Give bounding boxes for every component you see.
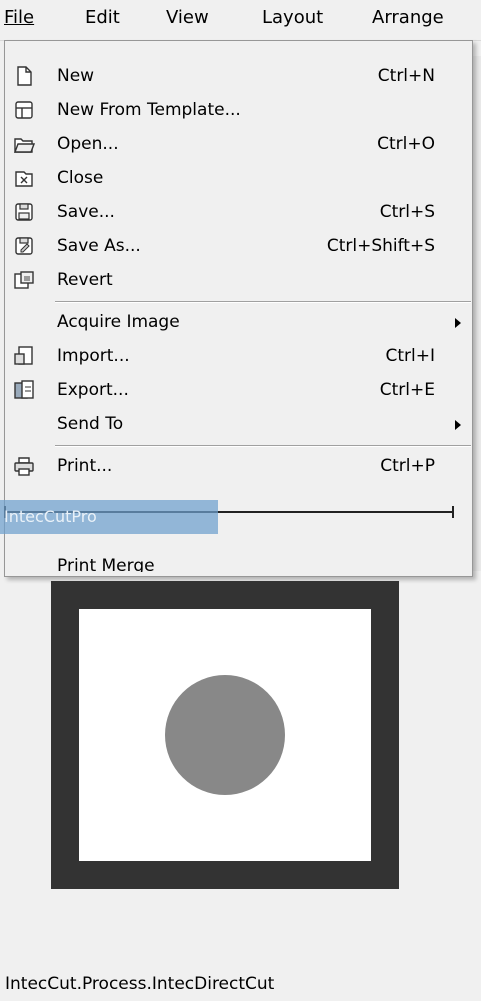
- menu-item-print[interactable]: Print... Ctrl+P: [5, 449, 445, 483]
- menu-item-close[interactable]: Close: [5, 161, 445, 195]
- menu-item-new[interactable]: New Ctrl+N: [5, 59, 445, 93]
- menu-item-save[interactable]: Save... Ctrl+S: [5, 195, 445, 229]
- menu-item-label: Acquire Image: [57, 312, 180, 332]
- menu-item-open[interactable]: Open... Ctrl+O: [5, 127, 445, 161]
- menu-arrange-label: Arrange: [372, 7, 444, 28]
- menu-file-label: File: [4, 7, 35, 28]
- menu-item-save-as[interactable]: Save As... Ctrl+Shift+S: [5, 229, 445, 263]
- save-icon: [15, 203, 33, 221]
- menu-item-import[interactable]: Import... Ctrl+I: [5, 339, 445, 373]
- menu-item-label: Close: [57, 168, 104, 188]
- menu-item-label: Save As...: [57, 236, 141, 256]
- menu-item-shortcut: Ctrl+S: [379, 202, 435, 222]
- save-as-icon: [15, 237, 33, 255]
- export-icon: [14, 380, 34, 399]
- menu-item-label: Import...: [57, 346, 130, 366]
- menu-item-shortcut: Ctrl+O: [377, 134, 435, 154]
- menu-separator: [55, 301, 471, 303]
- submenu-arrow-icon: [455, 318, 461, 328]
- menu-layout[interactable]: Layout: [258, 6, 327, 30]
- menu-item-label: Send To: [57, 414, 124, 434]
- menu-bar: File Edit View Layout Arrange: [0, 0, 481, 41]
- menu-item-shortcut: Ctrl+I: [385, 346, 435, 366]
- menu-edit-label: Edit: [85, 7, 120, 28]
- menu-item-send-to[interactable]: Send To: [5, 407, 465, 441]
- template-icon: [15, 101, 33, 119]
- menu-item-shortcut: Ctrl+E: [379, 380, 435, 400]
- menu-item-label: New From Template...: [57, 100, 241, 120]
- close-document-icon: [15, 171, 33, 187]
- menu-item-export[interactable]: Export... Ctrl+E: [5, 373, 445, 407]
- menu-item-label: Print Merge: [57, 556, 155, 572]
- printer-icon: [14, 457, 34, 476]
- menu-item-label: Print...: [57, 456, 113, 476]
- menu-item-label: Export...: [57, 380, 129, 400]
- drag-ghost: IntecCutPro: [0, 500, 218, 534]
- menu-item-shortcut: Ctrl+N: [377, 66, 435, 86]
- menu-layout-label: Layout: [262, 7, 324, 28]
- menu-view-label: View: [166, 7, 209, 28]
- menu-view[interactable]: View: [162, 6, 213, 30]
- new-document-icon: [17, 66, 32, 86]
- menu-item-label: New: [57, 66, 95, 86]
- plugin-icon: [51, 581, 399, 889]
- menu-item-label: Save...: [57, 202, 115, 222]
- import-icon: [14, 346, 33, 365]
- open-folder-icon: [13, 138, 35, 153]
- menu-separator: [55, 445, 471, 447]
- menu-item-acquire-image[interactable]: Acquire Image: [5, 305, 465, 339]
- file-menu-dropdown: New Ctrl+N New From Template... Open... …: [4, 40, 473, 994]
- drag-ghost-label: IntecCutPro: [4, 507, 97, 526]
- menu-edit[interactable]: Edit: [81, 6, 124, 30]
- menu-item-new-from-template[interactable]: New From Template...: [5, 93, 445, 127]
- menu-item-label: Open...: [57, 134, 119, 154]
- revert-icon: [14, 271, 34, 289]
- menu-item-print-merge[interactable]: Print Merge: [5, 549, 385, 572]
- menu-item-revert[interactable]: Revert: [5, 263, 445, 297]
- menu-item-label: Revert: [57, 270, 113, 290]
- menu-file[interactable]: File: [0, 6, 38, 30]
- menu-item-shortcut: Ctrl+Shift+S: [326, 236, 435, 256]
- submenu-arrow-icon: [455, 420, 461, 430]
- menu-item-label: IntecCut.Process.IntecDirectCut: [5, 974, 275, 994]
- menu-arrange[interactable]: Arrange: [368, 6, 448, 30]
- menu-item-shortcut: Ctrl+P: [380, 456, 435, 476]
